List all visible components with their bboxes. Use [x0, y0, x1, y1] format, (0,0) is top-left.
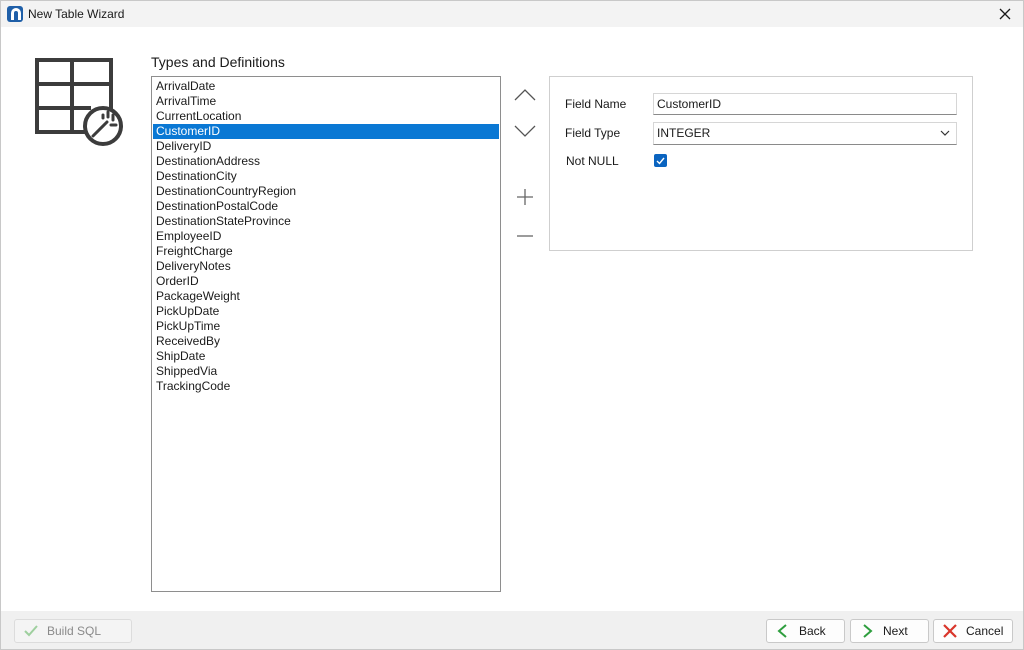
- field-list-item[interactable]: ShippedVia: [153, 364, 499, 379]
- move-down-button[interactable]: [511, 119, 539, 143]
- field-list-item[interactable]: ReceivedBy: [153, 334, 499, 349]
- table-wizard-icon: [35, 58, 123, 146]
- wizard-content: Types and Definitions ArrivalDate Arrival…: [1, 27, 1023, 611]
- wizard-window: New Table Wizard Types and Definitions A…: [0, 0, 1024, 650]
- field-list-item[interactable]: EmployeeID: [153, 229, 499, 244]
- field-list-item[interactable]: CurrentLocation: [153, 109, 499, 124]
- checkmark-icon: [656, 157, 665, 165]
- not-null-label: Not NULL: [566, 154, 619, 168]
- field-type-select[interactable]: INTEGER: [653, 122, 957, 145]
- cancel-label: Cancel: [966, 624, 1004, 638]
- field-list-item[interactable]: DestinationAddress: [153, 154, 499, 169]
- field-type-label: Field Type: [565, 126, 621, 140]
- build-sql-button[interactable]: Build SQL: [14, 619, 132, 643]
- button-bar: Build SQL Back Next Cancel: [1, 611, 1023, 649]
- field-list-item[interactable]: CustomerID: [153, 124, 499, 139]
- cancel-x-icon: [943, 624, 957, 638]
- field-list-item[interactable]: DeliveryNotes: [153, 259, 499, 274]
- field-properties-panel: Field Name Field Type INTEGER Not NULL: [549, 76, 973, 251]
- back-label: Back: [799, 624, 826, 638]
- cancel-button[interactable]: Cancel: [933, 619, 1013, 643]
- add-field-button[interactable]: [511, 185, 539, 209]
- field-list-item[interactable]: OrderID: [153, 274, 499, 289]
- next-label: Next: [883, 624, 908, 638]
- close-button[interactable]: [993, 3, 1017, 25]
- field-list-item[interactable]: DestinationCity: [153, 169, 499, 184]
- field-name-label: Field Name: [565, 97, 627, 111]
- field-list-item[interactable]: PackageWeight: [153, 289, 499, 304]
- field-list-item[interactable]: PickUpDate: [153, 304, 499, 319]
- field-list-item[interactable]: ArrivalTime: [153, 94, 499, 109]
- back-button[interactable]: Back: [766, 619, 845, 643]
- field-list-item[interactable]: DestinationPostalCode: [153, 199, 499, 214]
- arrow-left-icon: [777, 624, 787, 638]
- minus-icon: [517, 235, 533, 237]
- chevron-down-icon: [514, 125, 536, 137]
- field-list-item[interactable]: DestinationCountryRegion: [153, 184, 499, 199]
- chevron-up-icon: [514, 89, 536, 101]
- field-list-item[interactable]: ShipDate: [153, 349, 499, 364]
- field-list-item[interactable]: DeliveryID: [153, 139, 499, 154]
- remove-field-button[interactable]: [511, 224, 539, 248]
- window-title: New Table Wizard: [28, 7, 125, 21]
- field-list-item[interactable]: TrackingCode: [153, 379, 499, 394]
- chevron-down-icon: [940, 130, 950, 136]
- field-type-value: INTEGER: [657, 126, 711, 140]
- close-icon: [999, 8, 1011, 20]
- field-list-item[interactable]: ArrivalDate: [153, 79, 499, 94]
- app-logo-icon: [7, 6, 23, 22]
- field-list[interactable]: ArrivalDate ArrivalTime CurrentLocation Cus…: [151, 76, 501, 592]
- field-name-input[interactable]: [653, 93, 957, 115]
- field-list-item[interactable]: PickUpTime: [153, 319, 499, 334]
- next-button[interactable]: Next: [850, 619, 929, 643]
- field-list-item[interactable]: FreightCharge: [153, 244, 499, 259]
- checkmark-icon: [24, 625, 38, 637]
- arrow-right-icon: [863, 624, 873, 638]
- field-list-item[interactable]: DestinationStateProvince: [153, 214, 499, 229]
- build-sql-label: Build SQL: [47, 624, 102, 638]
- plus-icon: [517, 189, 533, 205]
- not-null-checkbox[interactable]: [654, 154, 667, 167]
- move-up-button[interactable]: [511, 83, 539, 107]
- section-title: Types and Definitions: [151, 54, 285, 70]
- title-bar: New Table Wizard: [1, 1, 1023, 27]
